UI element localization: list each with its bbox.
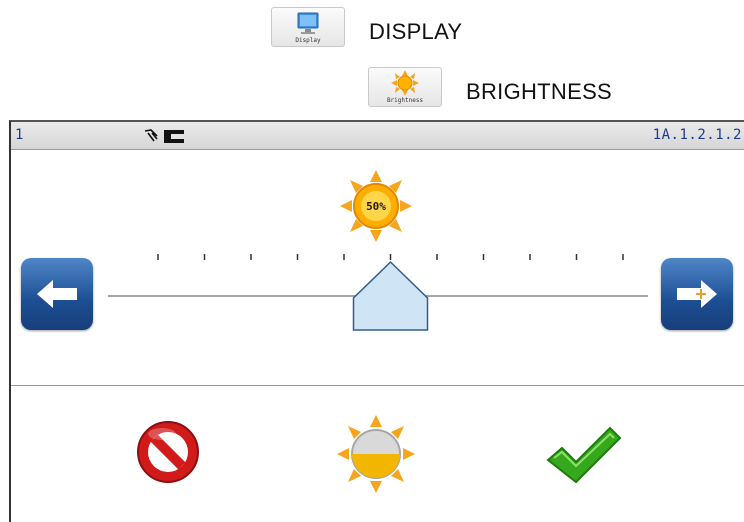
brightness-slider[interactable] [103,252,653,332]
hand-icon [144,129,158,142]
status-icons [144,129,184,143]
brightness-level-text: 50% [366,200,386,213]
battery-icon [164,130,184,143]
default-brightness-button[interactable] [331,409,421,499]
confirm-button[interactable] [544,422,624,492]
device-screen: 1 1A.1.2.1.2 50% [9,120,744,522]
status-bar: 1 1A.1.2.1.2 [11,122,744,150]
brightness-crumb-button[interactable]: Brightness [368,67,442,107]
monitor-icon [297,12,319,34]
slider-thumb[interactable] [352,260,429,331]
arrow-right-icon [677,280,717,308]
brightness-crumb-label[interactable]: BRIGHTNESS [466,79,612,105]
display-crumb-caption: Display [295,37,321,44]
cancel-button[interactable] [132,416,204,488]
increase-brightness-button[interactable] [661,258,733,330]
display-crumb-button[interactable]: Display [271,7,345,47]
cancel-icon [137,421,199,483]
arrow-left-icon [37,280,77,308]
section-divider [11,385,744,386]
display-crumb-label[interactable]: DISPLAY [369,19,462,45]
brightness-level-icon: 50% [340,170,412,242]
confirm-check-icon [546,426,622,484]
slider-ticks [157,254,624,260]
status-left-text: 1 [15,127,24,143]
sun-icon [391,70,419,96]
decrease-brightness-button[interactable] [21,258,93,330]
default-brightness-icon [337,415,415,493]
brightness-crumb-caption: Brightness [386,97,424,104]
status-right-text: 1A.1.2.1.2 [652,127,742,143]
